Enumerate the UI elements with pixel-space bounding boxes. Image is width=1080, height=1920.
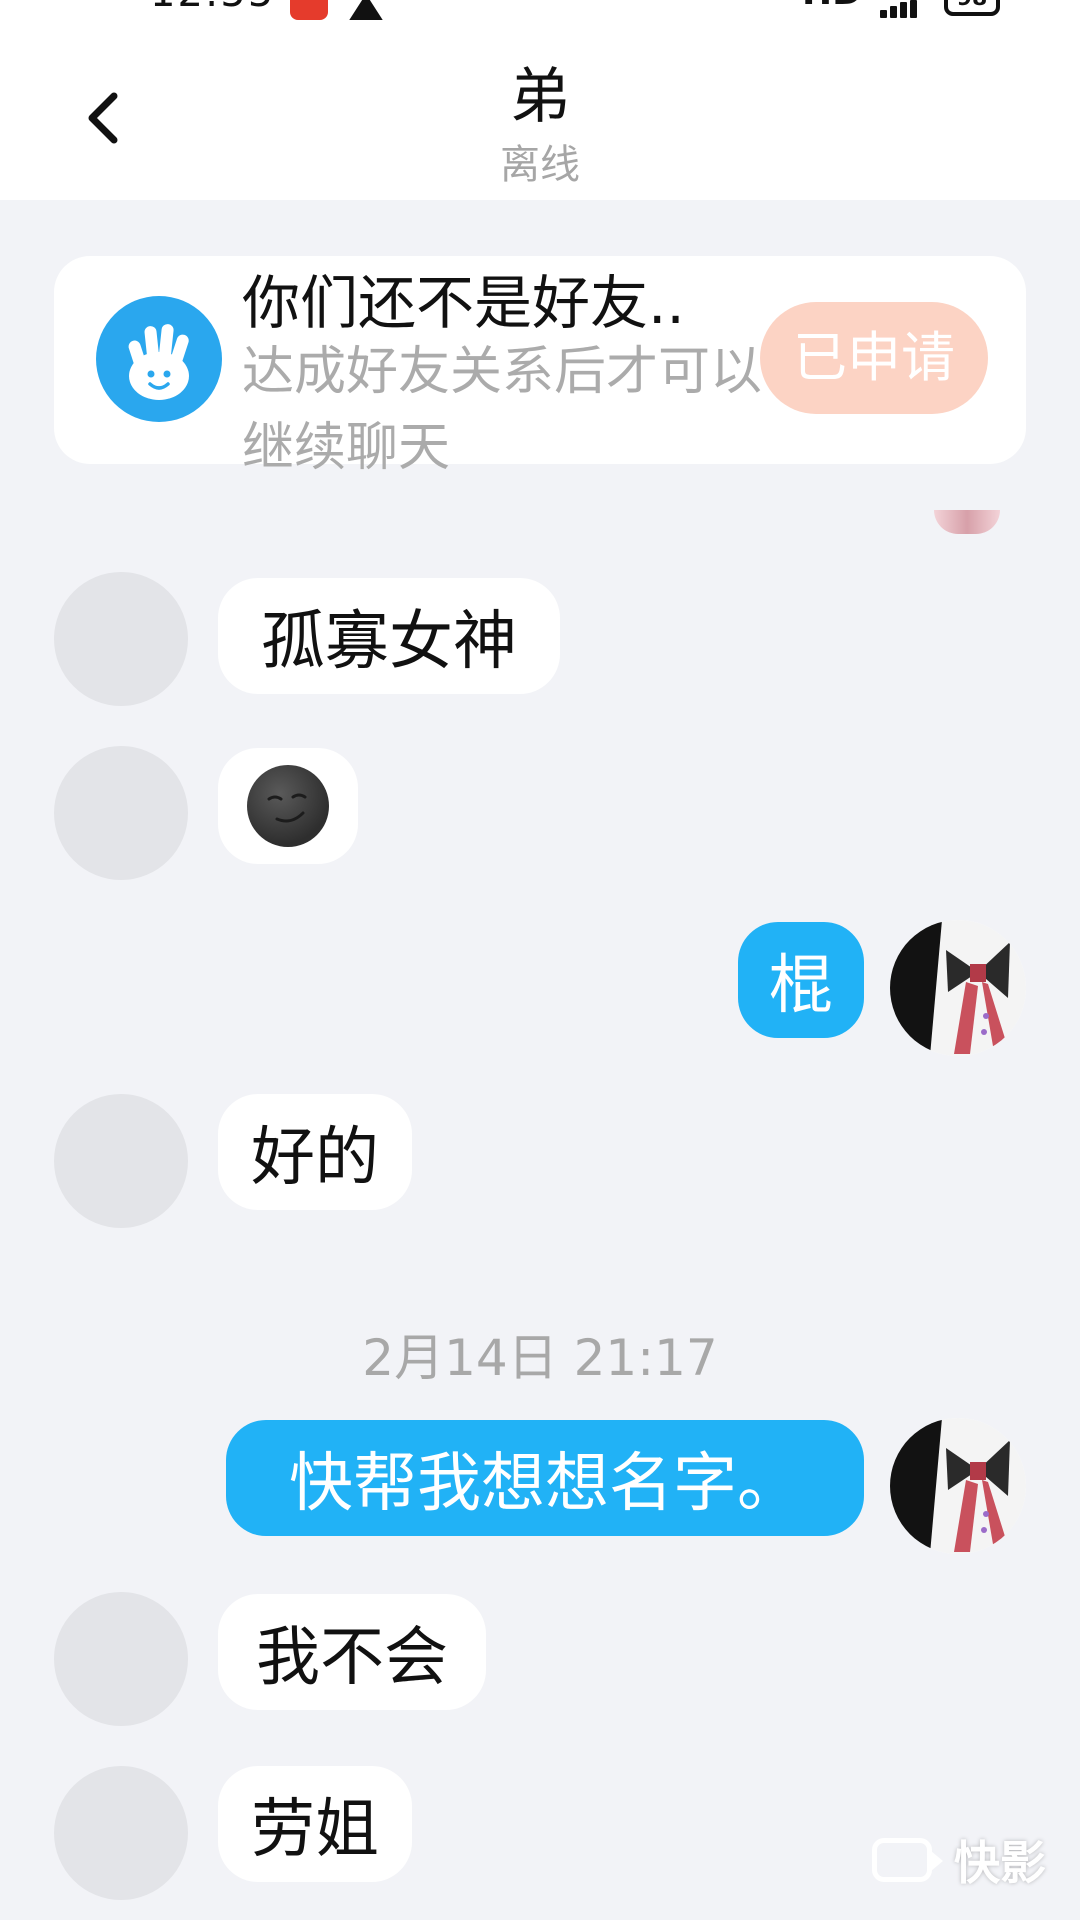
message-bubble[interactable]: 劳姐: [218, 1766, 412, 1882]
avatar[interactable]: [54, 1766, 188, 1900]
notice-title: 你们还不是好友..: [242, 269, 685, 337]
status-bar: 12:55 HD 98: [0, 0, 1080, 20]
avatar: [934, 510, 1000, 534]
friend-notice-card: 你们还不是好友.. 达成好友关系后才可以继续聊天 已申请: [54, 256, 1026, 478]
chat-title: 弟: [510, 62, 570, 132]
message-bubble[interactable]: 我不会: [218, 1594, 486, 1710]
message-text: 棍: [769, 949, 833, 1023]
message-text: 我不会: [256, 1621, 448, 1695]
avatar[interactable]: [54, 1592, 188, 1726]
battery-icon: 98: [944, 0, 1000, 16]
friend-request-button[interactable]: 已申请: [760, 302, 988, 414]
notice-description: 达成好友关系后才可以继续聊天: [242, 342, 763, 478]
hand-wave-icon: [96, 296, 222, 422]
network-type: HD: [802, 0, 862, 13]
avatar[interactable]: [54, 746, 188, 880]
message-text: 快帮我想想名字。: [289, 1447, 801, 1521]
message-text: 孤寡女神: [261, 605, 517, 679]
avatar[interactable]: [54, 1094, 188, 1228]
app-notification-icon: [290, 0, 328, 20]
message-text: 劳姐: [251, 1793, 379, 1867]
message-bubble[interactable]: [218, 748, 358, 864]
my-avatar[interactable]: [890, 920, 1026, 1056]
message-timestamp: 2月14日 21:17: [362, 1329, 718, 1387]
smirk-moon-icon: [247, 765, 329, 847]
signal-icon: [880, 0, 924, 18]
warning-icon: [348, 0, 384, 20]
my-avatar[interactable]: [890, 1418, 1026, 1554]
status-time: 12:55: [150, 0, 275, 16]
watermark: 快影: [872, 1830, 1046, 1890]
message-bubble[interactable]: 棍: [738, 922, 864, 1038]
message-bubble[interactable]: 孤寡女神: [218, 578, 560, 694]
video-camera-icon: [872, 1838, 943, 1882]
watermark-text: 快影: [954, 1836, 1046, 1890]
chat-header: 弟 离线: [0, 20, 1080, 200]
avatar[interactable]: [54, 572, 188, 706]
message-bubble[interactable]: 快帮我想想名字。: [226, 1420, 864, 1536]
online-status: 离线: [500, 142, 580, 188]
message-text: 好的: [251, 1121, 379, 1195]
message-bubble[interactable]: 好的: [218, 1094, 412, 1210]
